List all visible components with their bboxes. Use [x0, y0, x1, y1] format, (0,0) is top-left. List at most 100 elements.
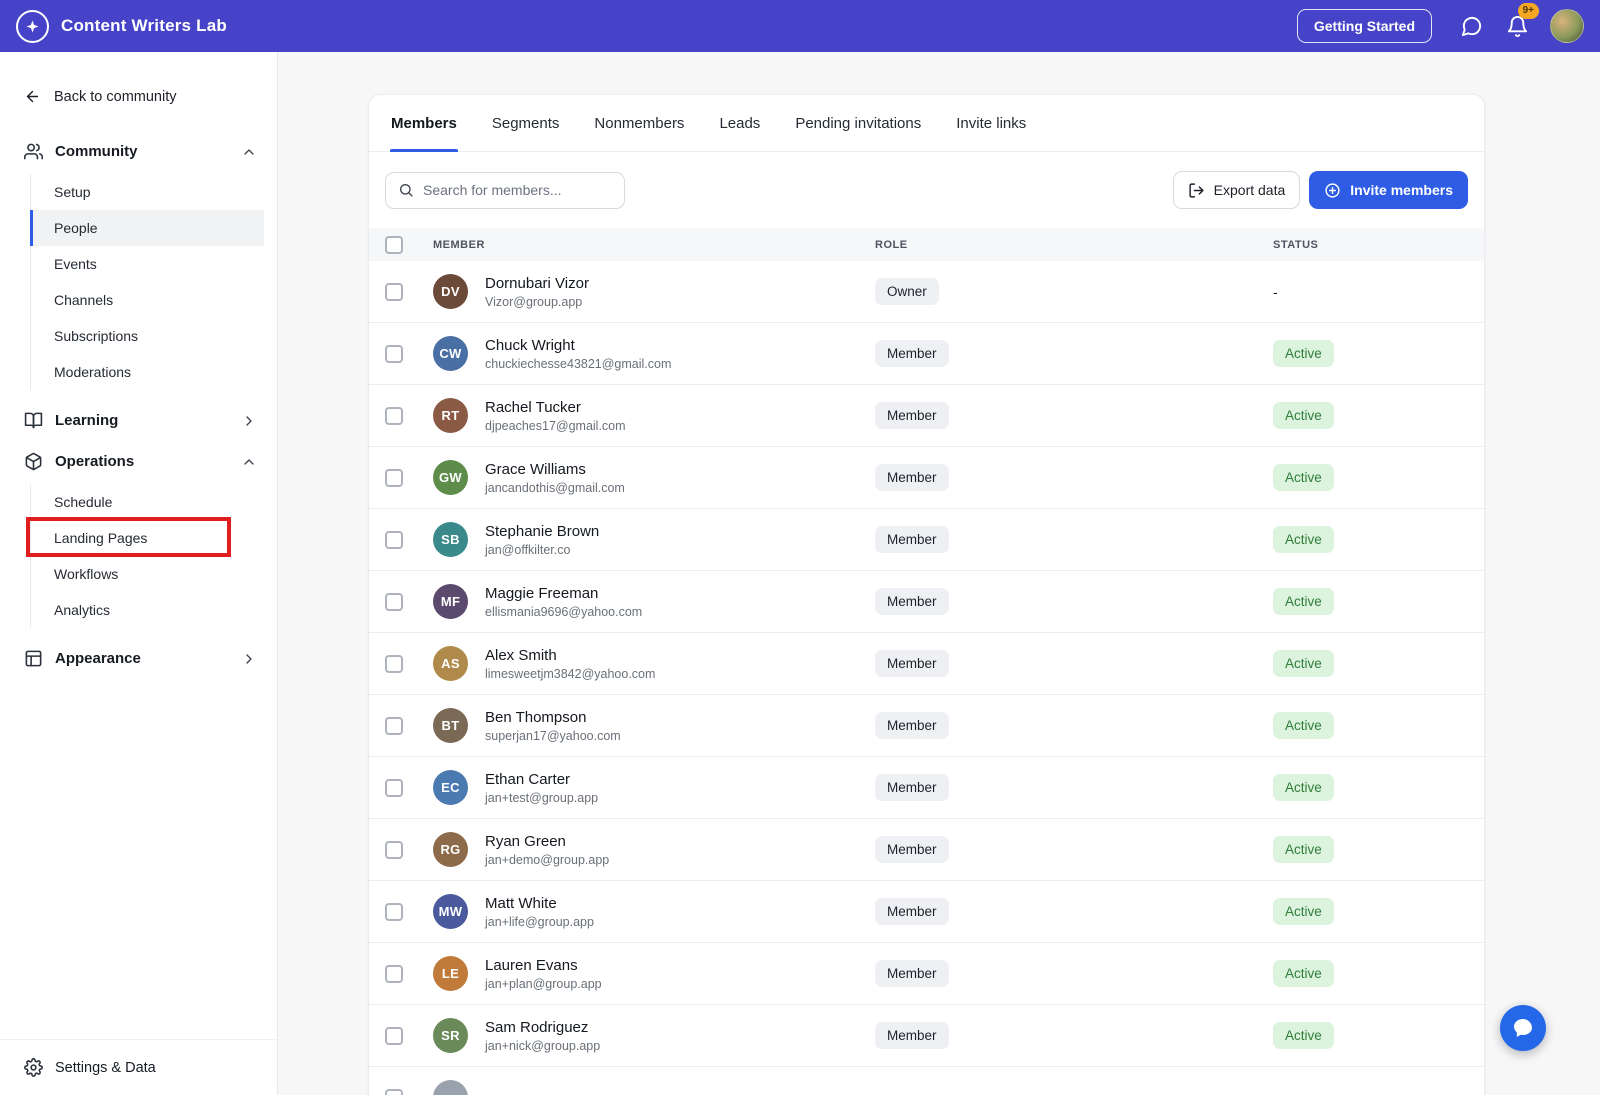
sidebar-group-community: Setup People Events Channels Subscriptions Mo…: [30, 174, 264, 390]
sidebar-item-schedule[interactable]: Schedule: [31, 484, 264, 520]
status-badge: Active: [1273, 402, 1334, 429]
section-label: Learning: [55, 412, 119, 429]
member-name[interactable]: Ethan Carter: [485, 771, 875, 788]
row-checkbox[interactable]: [385, 902, 403, 921]
back-to-community-link[interactable]: Back to community: [0, 80, 277, 113]
status-badge: Active: [1273, 960, 1334, 987]
sidebar-group-operations: Schedule Landing Pages Workflows Analytics: [26, 484, 264, 628]
settings-and-data-link[interactable]: Settings & Data: [0, 1039, 277, 1095]
row-checkbox[interactable]: [385, 530, 403, 549]
member-name[interactable]: Matt White: [485, 895, 875, 912]
role-badge: Owner: [875, 278, 939, 305]
member-name[interactable]: Alex Smith: [485, 647, 875, 664]
tab-pending-invitations[interactable]: Pending invitations: [794, 95, 922, 151]
sidebar-section-operations[interactable]: Operations: [0, 441, 277, 482]
row-checkbox[interactable]: [385, 716, 403, 735]
status-badge: Active: [1273, 1022, 1334, 1049]
table-row: CW Chuck Wright chuckiechesse43821@gmail.c…: [369, 323, 1484, 385]
row-checkbox[interactable]: [385, 406, 403, 425]
select-all-checkbox[interactable]: [385, 235, 403, 254]
row-checkbox[interactable]: [385, 592, 403, 611]
member-name[interactable]: Chuck Wright: [485, 337, 875, 354]
chevron-right-icon: [241, 651, 257, 667]
member-name[interactable]: Rachel Tucker: [485, 399, 875, 416]
section-label: Community: [55, 143, 138, 160]
sidebar-item-channels[interactable]: Channels: [31, 282, 264, 318]
sidebar-item-subscriptions[interactable]: Subscriptions: [31, 318, 264, 354]
member-avatar: LE: [433, 956, 468, 991]
export-data-button[interactable]: Export data: [1172, 171, 1301, 209]
sidebar-item-workflows[interactable]: Workflows: [31, 556, 264, 592]
member-name[interactable]: Maggie Freeman: [485, 585, 875, 602]
role-badge: Member: [875, 836, 949, 863]
sidebar-item-events[interactable]: Events: [31, 246, 264, 282]
row-checkbox[interactable]: [385, 282, 403, 301]
getting-started-button[interactable]: Getting Started: [1296, 9, 1432, 43]
export-data-label: Export data: [1213, 182, 1286, 198]
chat-widget-button[interactable]: [1500, 1005, 1546, 1051]
toolbar: Export data Invite members: [369, 152, 1484, 228]
tab-nonmembers[interactable]: Nonmembers: [593, 95, 685, 151]
row-checkbox[interactable]: [385, 840, 403, 859]
sidebar: Back to community Community Setup People Ev…: [0, 52, 278, 1095]
sidebar-item-people[interactable]: People: [30, 210, 264, 246]
sidebar-item-landing-pages[interactable]: Landing Pages: [26, 517, 264, 557]
chevron-up-icon: [241, 144, 257, 160]
member-name[interactable]: Dornubari Vizor: [485, 275, 875, 292]
member-email: djpeaches17@gmail.com: [485, 418, 626, 433]
status-badge: Active: [1273, 774, 1334, 801]
status-badge: Active: [1273, 464, 1334, 491]
community-icon: [24, 142, 43, 161]
tab-leads[interactable]: Leads: [718, 95, 761, 151]
tab-invite-links[interactable]: Invite links: [955, 95, 1027, 151]
member-email: chuckiechesse43821@gmail.com: [485, 356, 672, 371]
role-badge: Member: [875, 650, 949, 677]
search-input[interactable]: [423, 182, 612, 198]
sidebar-section-community[interactable]: Community: [0, 131, 277, 172]
operations-icon: [24, 452, 43, 471]
invite-members-button[interactable]: Invite members: [1309, 171, 1468, 209]
status-badge: Active: [1273, 588, 1334, 615]
member-email: jan@offkilter.co: [485, 542, 571, 557]
sidebar-section-learning[interactable]: Learning: [0, 400, 277, 441]
user-avatar[interactable]: [1550, 9, 1584, 43]
plus-circle-icon: [1324, 182, 1341, 199]
member-name[interactable]: Lauren Evans: [485, 957, 875, 974]
app-logo-icon[interactable]: [16, 9, 49, 43]
member-email: jan+plan@group.app: [485, 976, 602, 991]
toolbar-actions: Export data Invite members: [1172, 171, 1468, 209]
sidebar-item-analytics[interactable]: Analytics: [31, 592, 264, 628]
tab-members[interactable]: Members: [390, 95, 458, 152]
status-value: -: [1273, 283, 1278, 300]
notifications-bell-icon[interactable]: 9+: [1504, 3, 1539, 39]
member-name[interactable]: Grace Williams: [485, 461, 875, 478]
table-row: SB Stephanie Brown jan@offkilter.co Member A…: [369, 509, 1484, 571]
row-checkbox[interactable]: [385, 468, 403, 487]
messages-icon[interactable]: [1458, 13, 1484, 39]
sidebar-section-appearance[interactable]: Appearance: [0, 638, 277, 679]
row-checkbox[interactable]: [385, 344, 403, 363]
member-avatar: [433, 1080, 468, 1095]
appearance-icon: [24, 649, 43, 668]
tab-segments[interactable]: Segments: [491, 95, 561, 151]
role-badge: Member: [875, 464, 949, 491]
topbar: Content Writers Lab Getting Started 9+: [0, 0, 1600, 52]
sidebar-item-moderations[interactable]: Moderations: [31, 354, 264, 390]
row-checkbox[interactable]: [385, 964, 403, 983]
row-checkbox[interactable]: [385, 1026, 403, 1045]
status-badge: Active: [1273, 650, 1334, 677]
column-status: Status: [1273, 238, 1319, 251]
member-search[interactable]: [385, 171, 625, 209]
status-badge: Active: [1273, 836, 1334, 863]
member-email: limesweetjm3842@yahoo.com: [485, 666, 656, 681]
member-name[interactable]: Sam Rodriguez: [485, 1019, 875, 1036]
member-name[interactable]: Stephanie Brown: [485, 523, 875, 540]
row-checkbox[interactable]: [385, 778, 403, 797]
topbar-right: Getting Started 9+: [1296, 3, 1584, 43]
member-name[interactable]: Ryan Green: [485, 833, 875, 850]
member-name[interactable]: Ben Thompson: [485, 709, 875, 726]
sidebar-item-setup[interactable]: Setup: [31, 174, 264, 210]
table-row: GW Grace Williams jancandothis@gmail.com Me…: [369, 447, 1484, 509]
row-checkbox[interactable]: [385, 1088, 403, 1095]
row-checkbox[interactable]: [385, 654, 403, 673]
